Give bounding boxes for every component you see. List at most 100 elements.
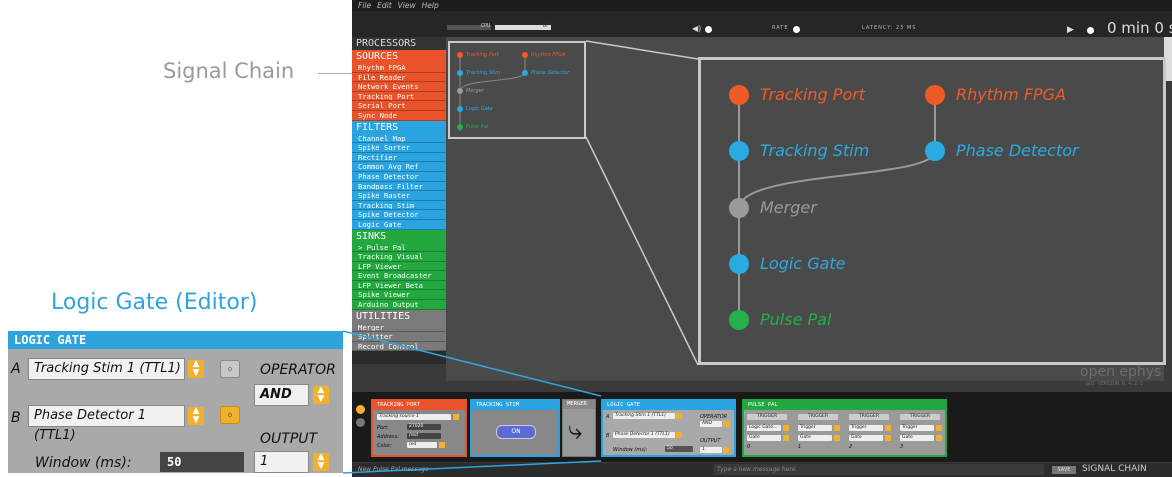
processor-item[interactable]: Rhythm FPGA xyxy=(352,63,446,73)
processor-item[interactable]: Sync Node xyxy=(352,110,446,121)
cpu-label: CPU xyxy=(481,23,491,29)
input-a-arrow-icon[interactable] xyxy=(676,413,682,419)
processor-item[interactable]: Logic Gate xyxy=(352,219,446,230)
operator-select[interactable]: AND xyxy=(700,421,722,427)
window-input[interactable]: 50 xyxy=(665,446,693,452)
channel-mode-select[interactable]: Gate xyxy=(798,435,832,441)
processor-item[interactable]: LFP Viewer Beta xyxy=(352,280,446,291)
sinks-header[interactable]: SINKS xyxy=(352,229,446,243)
menu-view[interactable]: View xyxy=(398,1,416,10)
operator-label: OPERATOR xyxy=(700,414,728,420)
processor-item[interactable]: Tracking Visual xyxy=(352,252,446,262)
processor-item[interactable]: Tracking Stim xyxy=(352,200,446,211)
processor-item[interactable]: Spike Detector xyxy=(352,210,446,220)
graph-thumbnail[interactable]: Tracking Port Rhythm FPGA Tracking Stim … xyxy=(448,41,586,139)
trigger-button[interactable]: TRIGGER xyxy=(747,414,787,420)
processor-item[interactable]: Rectifier xyxy=(352,152,446,163)
input-a-select[interactable]: Tracking Stim 1 (TTL1) xyxy=(613,413,675,419)
zoom-input-a-label: A xyxy=(11,361,21,377)
processor-list-title: PROCESSORS xyxy=(352,37,446,50)
processor-item[interactable]: Spike Sorter xyxy=(352,143,446,153)
channel-source-arrow-icon[interactable] xyxy=(834,425,840,431)
zoom-input-a-select[interactable]: Tracking Stim 1 (TTL1) xyxy=(28,358,185,380)
chain-node-phase-detector[interactable] xyxy=(925,141,945,161)
zoom-input-b-arrow-icon[interactable]: ▲ ▼ xyxy=(188,407,204,425)
chain-node-logic-gate[interactable] xyxy=(729,254,749,274)
channel-source-select[interactable]: Trigger xyxy=(900,425,934,431)
input-b-select[interactable]: Phase Detector 1 (TTL1) xyxy=(613,432,675,438)
channel-source-select[interactable]: Trigger xyxy=(849,425,883,431)
zoom-operator-select[interactable]: AND xyxy=(254,384,309,406)
logic-gate-editor: LOGIC GATE A Tracking Stim 1 (TTL1) B Ph… xyxy=(601,399,736,457)
input-b-label: B xyxy=(606,433,610,439)
sources-header[interactable]: SOURCES xyxy=(352,50,446,63)
record-icon[interactable] xyxy=(1087,27,1094,34)
processor-item[interactable]: Spike Raster xyxy=(352,191,446,201)
save-message-button[interactable]: SAVE xyxy=(1052,466,1076,474)
channel-source-select[interactable]: Trigger xyxy=(798,425,832,431)
zoom-output-select[interactable]: 1 xyxy=(254,451,309,473)
chain-node-tracking-stim[interactable] xyxy=(729,141,749,161)
thumb-node xyxy=(522,52,528,58)
processor-item[interactable]: Common Avg Ref xyxy=(352,162,446,172)
zoom-input-a-arrow-icon[interactable]: ▲ ▼ xyxy=(188,360,204,378)
filters-header[interactable]: FILTERS xyxy=(352,120,446,134)
processor-item[interactable]: Bandpass Filter xyxy=(352,181,446,192)
menu-help[interactable]: Help xyxy=(422,1,439,10)
menu-file[interactable]: File xyxy=(358,1,371,10)
channel-source-select[interactable]: Logic Gate... xyxy=(747,425,781,431)
chain-label: Merger xyxy=(760,198,817,217)
trigger-button[interactable]: TRIGGER xyxy=(798,414,838,420)
channel-source-arrow-icon[interactable] xyxy=(936,425,942,431)
processor-item[interactable]: LFP Viewer xyxy=(352,261,446,272)
chain-node-rhythm-fpga[interactable] xyxy=(925,85,945,105)
channel-mode-select[interactable]: Gate xyxy=(849,435,883,441)
chain-node-tracking-port[interactable] xyxy=(729,85,749,105)
output-arrow-icon[interactable] xyxy=(723,447,729,453)
channel-number: 3 xyxy=(900,444,904,450)
processor-item[interactable]: > Pulse Pal xyxy=(352,242,446,253)
processor-item[interactable]: Channel Map xyxy=(352,133,446,144)
processor-item[interactable]: Tracking Port xyxy=(352,91,446,102)
channel-mode-select[interactable]: Gate xyxy=(900,435,934,441)
processor-item[interactable]: Arduino Output xyxy=(352,300,446,310)
thumb-node xyxy=(457,106,463,112)
play-icon[interactable]: ▶ xyxy=(1067,25,1074,35)
chain-node-pulse-pal[interactable] xyxy=(729,310,749,330)
trigger-button[interactable]: TRIGGER xyxy=(849,414,889,420)
processor-item[interactable]: Phase Detector xyxy=(352,171,446,182)
zoom-window-input[interactable]: 50 xyxy=(160,452,244,472)
input-b-arrow-icon[interactable] xyxy=(676,432,682,438)
trigger-button[interactable]: TRIGGER xyxy=(900,414,940,420)
menu-edit[interactable]: Edit xyxy=(377,1,392,10)
message-input[interactable]: Type a new message here. xyxy=(714,464,1044,475)
thumb-node xyxy=(457,52,463,58)
processor-item[interactable]: File Reader xyxy=(352,72,446,83)
chain-node-merger[interactable] xyxy=(729,198,749,218)
processor-item[interactable]: Spike Viewer xyxy=(352,290,446,301)
channel-source-arrow-icon[interactable] xyxy=(783,425,789,431)
zoom-input-b-select[interactable]: Phase Detector 1 (TTL1) xyxy=(28,405,185,443)
channel-mode-select[interactable]: Gate xyxy=(747,435,781,441)
channel-mode-arrow-icon[interactable] xyxy=(783,435,789,441)
input-b-toggle[interactable]: o xyxy=(220,406,240,424)
volume-slider[interactable] xyxy=(705,26,712,33)
input-a-toggle[interactable]: o xyxy=(220,360,240,378)
processor-item[interactable]: Event Broadcaster xyxy=(352,271,446,281)
processor-item[interactable]: Serial Port xyxy=(352,101,446,111)
signal-chain-tab[interactable]: SIGNAL CHAIN xyxy=(1082,464,1147,474)
channel-mode-arrow-icon[interactable] xyxy=(936,435,942,441)
channel-mode-arrow-icon[interactable] xyxy=(834,435,840,441)
rate-slider[interactable] xyxy=(793,26,800,33)
channel-mode-arrow-icon[interactable] xyxy=(885,435,891,441)
channel-source-arrow-icon[interactable] xyxy=(885,425,891,431)
latency-label: LATENCY: 23 MS xyxy=(862,25,917,31)
processor-item[interactable]: Network Events xyxy=(352,82,446,92)
chain-label: Rhythm FPGA xyxy=(956,85,1067,104)
output-select[interactable]: 1 xyxy=(700,447,722,453)
zoom-operator-arrow-icon[interactable]: ▲ ▼ xyxy=(313,386,329,404)
zoom-output-arrow-icon[interactable]: ▲ ▼ xyxy=(313,453,329,471)
thumb-label: Tracking Port xyxy=(466,52,499,58)
record-clock: 0 min 0 s xyxy=(1107,19,1172,37)
operator-arrow-icon[interactable] xyxy=(723,421,729,427)
